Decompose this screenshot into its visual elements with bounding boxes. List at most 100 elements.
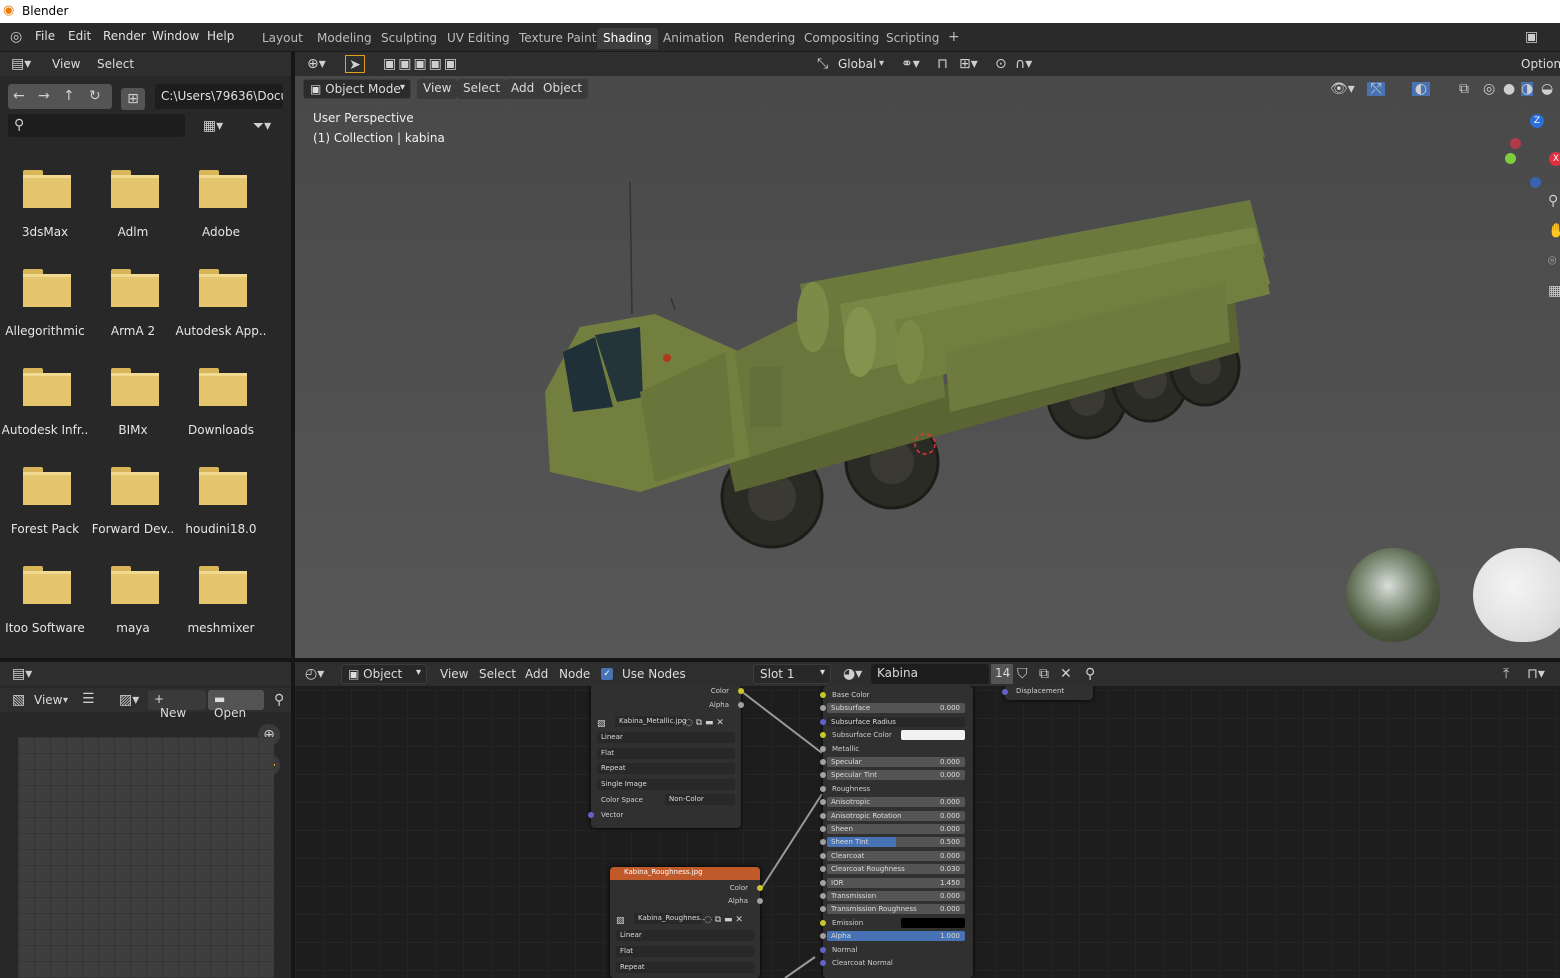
slot-dropdown[interactable]: Slot 1 ▾: [753, 664, 831, 684]
zoom-icon[interactable]: ⚲: [1548, 194, 1558, 208]
bsdf-input-socket[interactable]: [820, 946, 826, 953]
hamburger-menu-icon[interactable]: ☰: [82, 692, 95, 706]
displacement-socket[interactable]: [1002, 689, 1008, 695]
menu-file[interactable]: File: [35, 29, 55, 43]
pin-icon[interactable]: ⚲: [1085, 667, 1095, 681]
metallic-interpolation[interactable]: Linear: [597, 732, 735, 743]
node-menu-select[interactable]: Select: [479, 667, 516, 681]
folder-item[interactable]: maya: [90, 556, 176, 646]
image-canvas[interactable]: [18, 737, 274, 978]
image-texture-node-roughness[interactable]: Kabina_Roughness.jpg Color Alpha ▧ Kabin…: [610, 867, 763, 978]
material-users-count[interactable]: 14: [991, 664, 1013, 684]
principled-bsdf-node[interactable]: Base Color Subsurface 0.000 Subsurface Radi…: [820, 686, 973, 978]
bsdf-value-field[interactable]: Subsurface Radius: [827, 716, 965, 727]
folder-item[interactable]: ArmA 2: [90, 259, 176, 349]
folder-item[interactable]: Itoo Software: [2, 556, 88, 646]
navigation-gizmo[interactable]: Z X: [1503, 112, 1560, 192]
bsdf-input-socket[interactable]: [820, 785, 826, 792]
editor-type-icon[interactable]: ◴▾: [305, 667, 324, 681]
select-mode-icons[interactable]: ▣▣▣▣▣: [383, 57, 459, 71]
duplicate-material-icon[interactable]: ⧉: [1039, 667, 1049, 681]
unlink-material-icon[interactable]: ✕: [1060, 667, 1072, 681]
xray-icon[interactable]: ⧉: [1459, 82, 1469, 96]
menu-edit[interactable]: Edit: [68, 29, 91, 43]
wireframe-shading-icon[interactable]: ◎: [1483, 82, 1495, 96]
display-mode-icon[interactable]: ▦▾: [193, 116, 233, 136]
shader-node-editor[interactable]: Color Alpha ▧ Kabina_Metallic.jpg ◌ ⧉ ▬ …: [295, 662, 1560, 978]
ortho-icon[interactable]: ▦: [1548, 284, 1560, 298]
folder-item[interactable]: Downloads: [178, 358, 264, 448]
folder-item[interactable]: Autodesk Infr..: [2, 358, 88, 448]
bsdf-value-field[interactable]: Specular Tint 0.000: [827, 770, 965, 781]
3d-viewport[interactable]: User Perspective (1) Collection | kabina…: [295, 52, 1560, 658]
bsdf-input-socket[interactable]: [820, 879, 826, 886]
options-button[interactable]: Options: [1521, 57, 1560, 71]
tab-scripting[interactable]: Scripting: [880, 28, 945, 49]
snap-node-icon[interactable]: ⊓▾: [1527, 667, 1545, 681]
scene-selector-icon[interactable]: ▣: [1525, 30, 1538, 44]
bsdf-input-socket[interactable]: [820, 799, 826, 806]
filter-icon[interactable]: ⏷▾: [242, 116, 282, 136]
parent-dir-icon[interactable]: ↑: [63, 89, 75, 103]
gizmo-x-axis[interactable]: X: [1549, 152, 1560, 166]
metallic-extension[interactable]: Repeat: [597, 763, 735, 774]
image-actions-icons[interactable]: ◌ ⧉ ▬ ✕: [685, 716, 724, 730]
select-tool-icon[interactable]: ➤: [345, 55, 365, 73]
roughness-extension[interactable]: Repeat: [616, 962, 754, 973]
camera-icon[interactable]: ⌾: [1548, 254, 1556, 268]
path-field[interactable]: C:\Users\79636\Docu...: [155, 84, 283, 109]
bsdf-value-field[interactable]: Subsurface 0.000: [827, 703, 965, 714]
back-icon[interactable]: ←: [13, 89, 25, 103]
vertical-separator[interactable]: [291, 52, 295, 978]
overlay-toggle-icon[interactable]: ◐: [1412, 82, 1430, 96]
bsdf-input-socket[interactable]: [820, 692, 826, 698]
metallic-color-space[interactable]: Non-Color: [665, 794, 735, 805]
roughness-projection[interactable]: Flat: [616, 946, 754, 957]
node-menu-node[interactable]: Node: [559, 667, 590, 681]
node-menu-add[interactable]: Add: [525, 667, 548, 681]
gizmo-z-neg[interactable]: [1530, 177, 1541, 188]
roughness-alpha-socket[interactable]: [757, 898, 763, 904]
tool-icon[interactable]: ⊕▾: [307, 57, 326, 71]
viewport-menu-add[interactable]: Add: [505, 79, 541, 99]
material-shading-icon[interactable]: ◑: [1521, 82, 1534, 96]
bsdf-value-field[interactable]: Alpha 1.000: [827, 931, 965, 942]
horizontal-separator[interactable]: [0, 658, 1560, 662]
tab-uv-editing[interactable]: UV Editing: [441, 28, 516, 49]
solid-shading-icon[interactable]: ●: [1503, 82, 1515, 96]
new-folder-icon[interactable]: ⊞: [121, 88, 145, 110]
menu-window[interactable]: Window: [152, 29, 199, 43]
metallic-vector-socket[interactable]: [588, 812, 594, 818]
pan-icon[interactable]: ✋: [1548, 224, 1560, 238]
rendered-shading-icon[interactable]: ◒: [1541, 82, 1553, 96]
bsdf-value-field[interactable]: Sheen 0.000: [827, 824, 965, 834]
folder-item[interactable]: Adobe: [178, 160, 264, 250]
parent-node-tree-icon[interactable]: ⤒: [1503, 667, 1509, 681]
fb-menu-select[interactable]: Select: [97, 57, 134, 71]
tab-animation[interactable]: Animation: [657, 28, 730, 49]
metallic-source[interactable]: Single Image: [597, 779, 735, 790]
tab-compositing[interactable]: Compositing: [798, 28, 885, 49]
image-texture-node-metallic[interactable]: Color Alpha ▧ Kabina_Metallic.jpg ◌ ⧉ ▬ …: [588, 684, 744, 828]
search-input[interactable]: ⚲: [8, 114, 185, 137]
bsdf-input-socket[interactable]: [820, 852, 826, 859]
blender-menu-icon[interactable]: ◎: [10, 30, 22, 44]
menu-help[interactable]: Help: [207, 29, 234, 43]
bsdf-input-socket[interactable]: [820, 839, 826, 846]
bsdf-input-socket[interactable]: [820, 812, 826, 819]
folder-item[interactable]: Forward Dev..: [90, 457, 176, 547]
bsdf-input-socket[interactable]: [820, 772, 826, 779]
shader-type-dropdown[interactable]: ▣ Object ▾: [341, 664, 427, 684]
bsdf-input-socket[interactable]: [820, 826, 826, 832]
image-browse-icon[interactable]: ▨▾: [119, 693, 139, 707]
metallic-image-field[interactable]: Kabina_Metallic.jpg: [615, 716, 687, 727]
new-image-button[interactable]: + New: [148, 690, 206, 720]
viewport-menu-view[interactable]: View: [417, 79, 458, 99]
editor-type-icon[interactable]: ▤▾: [12, 667, 32, 681]
folder-item[interactable]: Adlm: [90, 160, 176, 250]
node-menu-view[interactable]: View: [440, 667, 468, 681]
bsdf-value-field[interactable]: Transmission Roughness 0.000: [827, 904, 965, 915]
visibility-icon[interactable]: 👁▾: [1330, 82, 1355, 96]
tab-rendering[interactable]: Rendering: [728, 28, 801, 49]
metallic-projection[interactable]: Flat: [597, 748, 735, 759]
